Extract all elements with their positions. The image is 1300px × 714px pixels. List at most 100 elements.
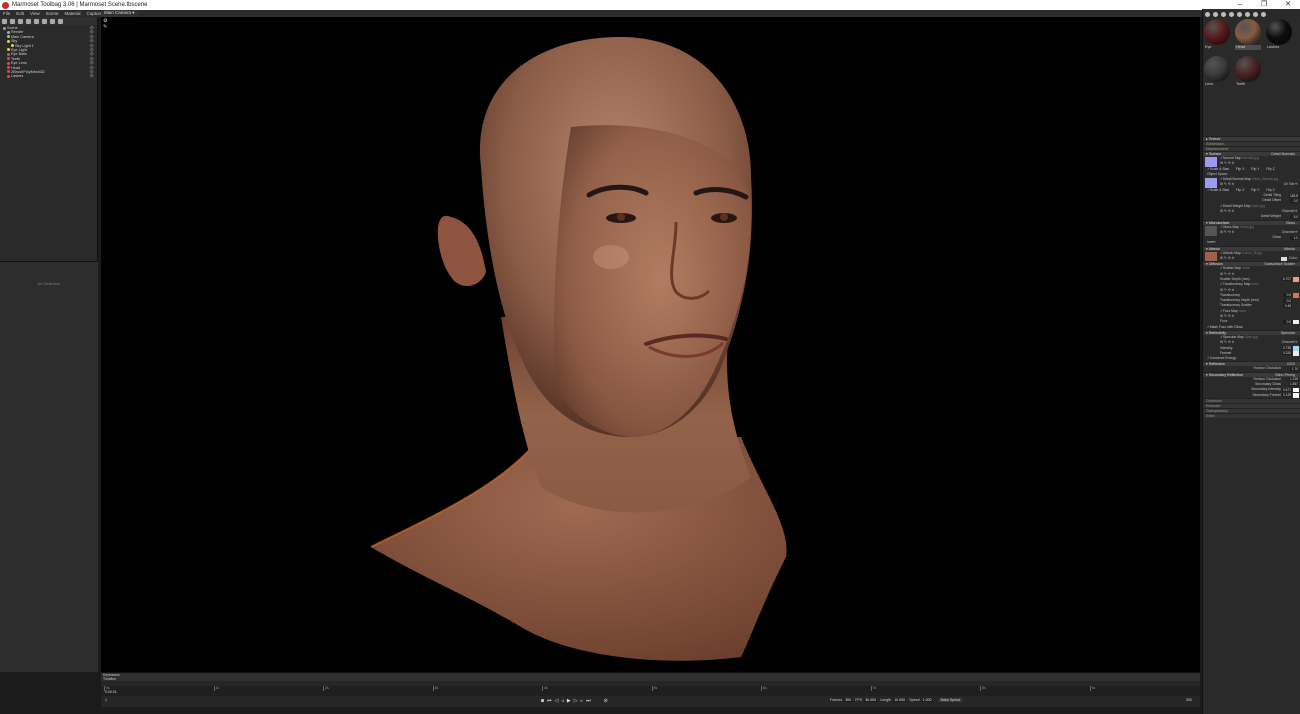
picker-icon[interactable] — [1253, 11, 1258, 17]
length-label: Length — [880, 698, 892, 702]
material-preview-ball[interactable] — [1266, 19, 1292, 45]
object-type-icon — [7, 66, 10, 70]
speed-field[interactable]: 1.000 — [921, 698, 933, 702]
visibility-eye-icon[interactable]: 👁 — [90, 74, 94, 78]
material-panel: Eye Head Lashes Lens Teeth ▸ Texture Subdivi… — [1202, 9, 1300, 714]
new-material-icon[interactable] — [1205, 11, 1210, 17]
timeline-tick-label: 7s — [870, 686, 877, 691]
delete-material-icon[interactable] — [1261, 11, 1266, 17]
scene-tree-item-label: ZBrushPolyMesh3D — [11, 69, 45, 74]
bake-speed-button[interactable]: Bake Speed — [938, 698, 963, 702]
viewport-tools: ⚙ ✎ — [103, 18, 107, 30]
menu-bar: File Edit View Scene Material Capture He… — [0, 10, 1300, 17]
fps-field[interactable]: 30.000 — [864, 698, 878, 702]
viewport-camera-select[interactable]: Main Camera ▾ — [101, 10, 138, 17]
material-preview-ball[interactable] — [1204, 56, 1230, 82]
brush-icon[interactable]: ✎ — [103, 24, 107, 30]
material-preview-ball[interactable] — [1204, 19, 1230, 45]
material-preview-ball[interactable] — [1235, 19, 1261, 45]
timeline-panel: Keyframes Timeline 0:00.01 0s 1s 2s 3s 4s 5s 6… — [101, 672, 1200, 714]
scene-panel: Scene 👁 Render 👁 Main Camera 👁 Sky 👁 Sky Light 1… — [0, 17, 98, 672]
object-type-icon — [7, 70, 10, 74]
skip-start-icon[interactable]: ⏮ — [547, 698, 552, 704]
material-name-label: Teeth — [1236, 82, 1246, 86]
duplicate-material-icon[interactable] — [1213, 11, 1218, 17]
scene-tree-item-label: Head — [11, 65, 21, 70]
settings-icon[interactable] — [42, 18, 47, 24]
skip-end-icon[interactable]: ⏭ — [586, 698, 591, 704]
loop-icon[interactable]: ◙ — [541, 698, 544, 704]
scene-toolbar — [0, 17, 97, 25]
add-light-icon[interactable] — [10, 18, 15, 24]
section-extra[interactable]: Extra — [1203, 412, 1300, 418]
scene-tree-item-label: Sky — [11, 39, 18, 44]
fps-label: FPS — [855, 698, 863, 702]
title-bar: Marmoset Toolbag 3.06 | Marmoset Scene.t… — [0, 0, 1300, 10]
frame-field[interactable]: 1 — [105, 698, 107, 702]
add-object-icon[interactable] — [2, 18, 7, 24]
load-material-icon[interactable] — [1221, 11, 1226, 17]
material-swatch[interactable]: Lashes — [1266, 19, 1292, 50]
playback-controls: 1 ◙ ⏮ ◁ ◃ ▶ ▷ ▹ ⏭ ⊘ Frames 300 FPS 30.000 … — [101, 697, 1200, 706]
folder-icon[interactable] — [1245, 11, 1250, 17]
folder-icon[interactable] — [50, 18, 55, 24]
play-forward-icon[interactable]: ▷ — [574, 698, 578, 704]
frames-label: Frames — [830, 698, 843, 702]
scene-tree-item-label: Sky Light 1 — [15, 43, 34, 48]
menu-material[interactable]: Material — [61, 11, 83, 16]
window-title: Marmoset Toolbag 3.06 | Marmoset Scene.t… — [12, 2, 148, 8]
menu-file[interactable]: File — [0, 11, 13, 16]
material-name-label: Lashes — [1267, 45, 1280, 49]
material-preview-ball[interactable] — [1235, 56, 1261, 82]
menu-view[interactable]: View — [27, 11, 43, 16]
object-type-icon — [7, 57, 10, 61]
frames-field[interactable]: 300 — [844, 698, 853, 702]
timeline-label: Timeline — [101, 677, 1200, 681]
delete-icon[interactable] — [58, 18, 63, 24]
material-grid: Eye Head Lashes Lens Teeth — [1203, 19, 1300, 99]
material-swatch[interactable]: Lens — [1204, 56, 1230, 87]
scene-tree-item[interactable]: Lashes 👁 — [0, 74, 97, 78]
scene-tree-item-label: Eye Light — [11, 47, 27, 52]
material-swatch[interactable]: Eye — [1204, 19, 1230, 50]
add-camera-icon[interactable] — [18, 18, 23, 24]
timeline-tick-label: 9s — [1089, 686, 1096, 691]
record-icon[interactable]: ⊘ — [604, 698, 608, 704]
timeline-tick-label: 3s — [432, 686, 439, 691]
timeline-tick-label: 5s — [651, 686, 658, 691]
object-type-icon — [7, 74, 10, 78]
end-frame-field[interactable]: 300 — [1186, 698, 1192, 702]
object-properties-panel: No Selection — [0, 261, 98, 672]
scene-tree: Scene 👁 Render 👁 Main Camera 👁 Sky 👁 Sky Light 1… — [0, 25, 97, 80]
menu-scene[interactable]: Scene — [43, 11, 62, 16]
play-icon[interactable]: ▶ — [567, 698, 571, 704]
scene-tree-item-label: Render — [11, 30, 24, 35]
import-icon[interactable] — [26, 18, 31, 24]
length-field[interactable]: 10.000 — [893, 698, 907, 702]
timeline-scroll[interactable] — [101, 707, 1200, 714]
timeline-tick-label: 6s — [761, 686, 767, 691]
material-toolbar — [1203, 9, 1300, 19]
step-back-icon[interactable]: ◃ — [561, 698, 564, 704]
prev-key-icon[interactable]: ◁ — [555, 698, 559, 704]
timeline-ruler[interactable]: 0:00.01 0s 1s 2s 3s 4s 5s 6s 7s 8s 9s — [101, 686, 1200, 696]
menu-edit[interactable]: Edit — [13, 11, 27, 16]
save-material-icon[interactable] — [1229, 11, 1234, 17]
group-icon[interactable] — [34, 18, 39, 24]
timeline-tick-label: 2s — [323, 686, 329, 691]
marmoset-app-icon — [2, 1, 9, 9]
step-forward-icon[interactable]: ▹ — [581, 698, 584, 704]
timeline-tick-label: 0s — [104, 686, 110, 691]
object-type-icon — [7, 52, 10, 56]
scene-tree-item-label: Eye Balls — [11, 52, 27, 57]
material-swatch[interactable]: Teeth — [1235, 56, 1261, 87]
scene-tree-item-label: Eye Lens — [11, 61, 27, 66]
object-type-icon — [7, 39, 10, 43]
material-name-label: Lens — [1205, 82, 1214, 86]
viewport[interactable]: ⚙ ✎ — [101, 17, 1200, 672]
timeline-tick-label: 1s — [213, 686, 220, 691]
scene-tree-item-label: Teeth — [11, 56, 21, 61]
object-type-icon — [7, 48, 10, 52]
library-icon[interactable] — [1237, 11, 1242, 17]
material-swatch[interactable]: Head — [1235, 19, 1261, 50]
